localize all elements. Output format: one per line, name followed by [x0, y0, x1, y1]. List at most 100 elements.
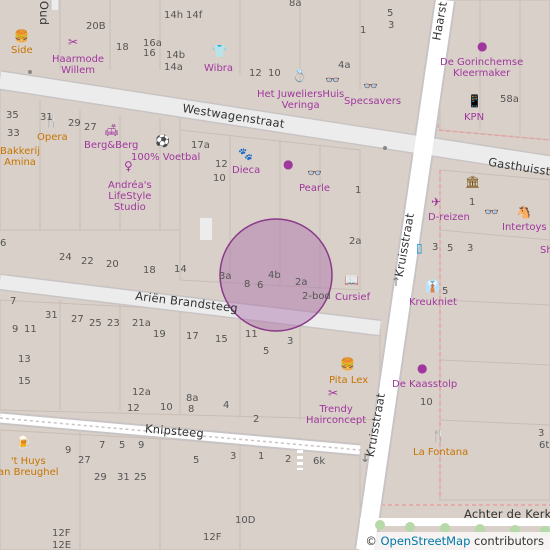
- poi-dieca[interactable]: Dieca: [232, 165, 260, 176]
- house-number: 18: [143, 265, 156, 276]
- house-number: 25: [89, 318, 102, 329]
- house-number: 10: [268, 68, 281, 79]
- house-number: 16: [143, 48, 156, 59]
- house-number: 3: [432, 242, 439, 253]
- house-number: 2: [253, 414, 260, 425]
- house-number: 20B: [86, 21, 106, 32]
- poi-sh[interactable]: Sh: [540, 245, 550, 256]
- poi-juweliershuis-veringa[interactable]: Het JuweliersHuis Veringa: [257, 89, 344, 111]
- house-number: 27: [84, 122, 97, 133]
- house-number: 8a: [289, 0, 302, 9]
- poi-100-voetbal[interactable]: 100% Voetbal: [131, 152, 200, 163]
- house-number: 12: [249, 68, 262, 79]
- poi-kreukniet[interactable]: Kreukniet: [409, 297, 457, 308]
- poi-wibra[interactable]: Wibra: [204, 63, 233, 74]
- pet-icon: 🐾: [238, 147, 253, 161]
- map-canvas[interactable]: Westwagenstraat Gasthuisstr Ariën Brands…: [0, 0, 550, 550]
- house-number: 29: [68, 118, 81, 129]
- house-number: 14a: [164, 62, 183, 73]
- house-number: 3: [538, 428, 545, 439]
- house-number: 27: [78, 455, 91, 466]
- house-number: 1: [469, 197, 476, 208]
- jewelry-icon: 💍: [292, 69, 307, 83]
- clothes-icon: 👕: [212, 44, 227, 58]
- house-number: 31: [45, 310, 58, 321]
- poi-pita-lex[interactable]: Pita Lex: [329, 375, 368, 386]
- poi-trendy-hairconcept[interactable]: Trendy Hairconcept: [306, 404, 366, 426]
- house-number: 5: [387, 8, 394, 19]
- map-attribution: © OpenStreetMap contributors: [359, 532, 550, 550]
- house-number: 17a: [191, 140, 210, 151]
- optician-icon: 👓: [363, 79, 378, 93]
- house-number: 12: [127, 403, 140, 414]
- house-number: 3: [287, 336, 294, 347]
- house-number: 12E: [52, 540, 72, 550]
- house-number: 11: [245, 329, 258, 340]
- house-number: 7: [10, 296, 17, 307]
- house-number: 2a: [349, 236, 362, 247]
- house-number: 17: [186, 331, 199, 342]
- oneway-arrow-icon: ↑: [391, 275, 402, 289]
- shop-dot-icon: ●: [417, 361, 428, 375]
- house-number: 9: [12, 324, 19, 335]
- poi-de-kaasstolp[interactable]: De Kaasstolp: [392, 379, 457, 390]
- shop-dot-icon: ●: [477, 39, 488, 53]
- travel-agency-icon: ✈: [431, 195, 442, 209]
- poi-andrea-lifestyle-studio[interactable]: Andréa's LifeStyle Studio: [108, 180, 152, 213]
- attribution-prefix: ©: [365, 534, 381, 548]
- poi-kleermaker[interactable]: De Gorinchemse Kleermaker: [440, 57, 523, 79]
- house-number: 14f: [186, 10, 203, 21]
- house-number: 1: [258, 451, 265, 462]
- house-number: 29: [94, 472, 107, 483]
- house-number: 6: [0, 238, 7, 249]
- fastfood-icon: 🍔: [14, 29, 29, 43]
- house-number: 27: [71, 314, 84, 325]
- house-number: 8a: [186, 393, 199, 404]
- poi-d-reizen[interactable]: D-reizen: [428, 212, 470, 223]
- attribution-suffix: contributors: [470, 534, 544, 548]
- hairdresser-icon: ✂: [328, 386, 339, 400]
- poi-opera[interactable]: Opera: [37, 132, 68, 143]
- house-number: 5: [263, 346, 270, 357]
- house-number: 2: [285, 454, 292, 465]
- poi-bakkerij-amina[interactable]: Bakkerij Amina: [0, 146, 40, 168]
- museum-icon: 🏛: [465, 175, 481, 189]
- poi-cursief[interactable]: Cursief: [335, 292, 370, 303]
- house-number: 10: [213, 173, 226, 184]
- poi-huys-an-breughel[interactable]: 't Huys an Breughel: [0, 456, 59, 478]
- house-number: 6k: [313, 456, 326, 467]
- poi-side[interactable]: Side: [11, 45, 33, 56]
- bus-stop-icon: ▯: [416, 241, 423, 255]
- house-number: 4: [223, 400, 230, 411]
- house-number: 18: [116, 42, 129, 53]
- poi-haarmode-willem[interactable]: Haarmode Willem: [52, 54, 104, 76]
- hairdresser-icon: ✂: [68, 35, 79, 49]
- house-number: 3a: [219, 271, 232, 282]
- poi-intertoys[interactable]: Intertoys: [502, 222, 547, 233]
- house-number: 13: [18, 354, 31, 365]
- phone-shop-icon: 📱: [467, 94, 482, 108]
- house-number: 10: [160, 402, 173, 413]
- poi-la-fontana[interactable]: La Fontana: [413, 447, 468, 458]
- house-number: 11: [24, 324, 37, 335]
- house-number: 35: [6, 110, 19, 121]
- street-oude: Oud: [37, 0, 52, 26]
- furniture-icon: 🛋: [104, 123, 120, 137]
- poi-kpn[interactable]: KPN: [464, 112, 484, 123]
- house-number: 3: [388, 20, 395, 31]
- poi-specsavers[interactable]: Specsavers: [344, 96, 401, 107]
- house-number: 8: [244, 279, 251, 290]
- house-number: 12F: [52, 528, 71, 539]
- house-number: 12a: [132, 387, 151, 398]
- house-number: 5: [193, 455, 200, 466]
- house-number: 12F: [203, 532, 222, 543]
- house-number: 1: [355, 185, 362, 196]
- poi-berg-berg[interactable]: Berg&Berg: [84, 140, 138, 151]
- house-number: 9: [65, 445, 72, 456]
- optician-icon: 👓: [307, 166, 322, 180]
- house-number: 4a: [338, 60, 351, 71]
- openstreetmap-link[interactable]: OpenStreetMap: [380, 534, 470, 548]
- house-number: 9: [138, 440, 145, 451]
- poi-pearle[interactable]: Pearle: [299, 183, 330, 194]
- house-number: 20: [106, 259, 119, 270]
